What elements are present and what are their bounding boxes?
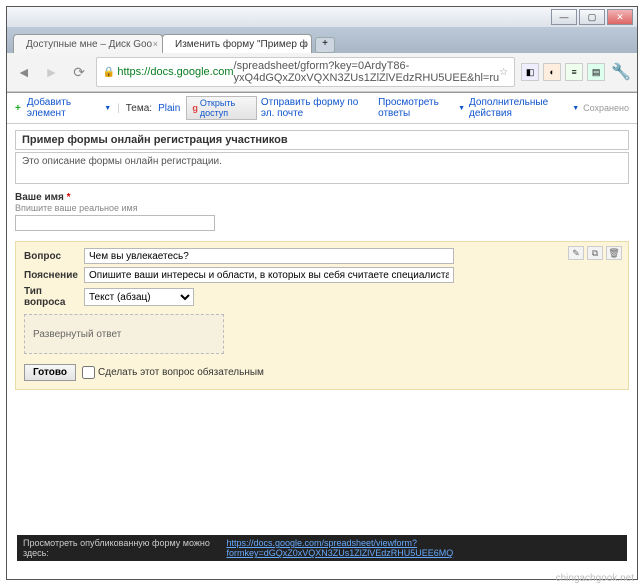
extension-icon-1[interactable]: ◧ — [521, 63, 539, 81]
extension-icons: ◧ ◐ ≡ ▤ — [521, 63, 605, 81]
row-label-question: Вопрос — [24, 251, 84, 262]
lock-icon: 🔒 — [103, 67, 115, 78]
footer-bar: Просмотреть опубликованную форму можно з… — [17, 535, 627, 561]
share-button[interactable]: gОткрыть доступ — [186, 96, 257, 120]
done-button[interactable]: Готово — [24, 364, 76, 381]
theme-link[interactable]: Plain — [158, 103, 180, 114]
url-path: /spreadsheet/gform?key=0ArdyT86-yxQ4dGQx… — [234, 60, 500, 84]
short-text-input[interactable] — [15, 215, 215, 231]
question-editor-card: ✎ ⧉ 🗑 Вопрос Пояснение Тип вопроса Текст… — [15, 241, 629, 390]
url-input[interactable]: 🔒 https ://docs.google.com /spreadsheet/… — [96, 57, 515, 87]
question-title-input[interactable] — [84, 248, 454, 264]
duplicate-icon[interactable]: ⧉ — [587, 246, 603, 260]
window-controls: — ▢ ✕ — [7, 7, 637, 27]
more-actions-link[interactable]: Дополнительные действия — [469, 97, 568, 119]
wrench-menu-icon[interactable]: 🔧 — [611, 62, 631, 82]
extension-icon-4[interactable]: ▤ — [587, 63, 605, 81]
url-scheme: https — [117, 66, 141, 78]
close-tab-icon[interactable]: × — [302, 39, 307, 49]
required-asterisk: * — [67, 192, 71, 203]
field-hint: Впишите ваше реальное имя — [15, 203, 629, 213]
browser-tab-drive[interactable]: Доступные мне – Диск Goo × — [13, 34, 163, 53]
add-icon: + — [15, 103, 21, 114]
minimize-button[interactable]: — — [551, 9, 577, 25]
row-label-help: Пояснение — [24, 270, 84, 281]
saved-status: Сохранено — [583, 103, 629, 113]
answer-preview: Развернутый ответ — [24, 314, 224, 354]
bookmark-star-icon[interactable]: ☆ — [499, 67, 508, 78]
browser-tab-form[interactable]: Изменить форму "Пример ф × — [162, 34, 312, 53]
form-editor: Пример формы онлайн регистрация участник… — [7, 124, 637, 396]
edit-icon[interactable]: ✎ — [568, 246, 584, 260]
reload-button[interactable]: ⟳ — [68, 61, 90, 83]
extension-icon-2[interactable]: ◐ — [543, 63, 561, 81]
send-email-link[interactable]: Отправить форму по эл. почте — [261, 97, 374, 119]
close-tab-icon[interactable]: × — [153, 39, 158, 49]
form-description-input[interactable]: Это описание формы онлайн регистрации. — [15, 152, 629, 184]
url-host: ://docs.google.com — [141, 66, 233, 78]
row-label-type: Тип вопроса — [24, 286, 84, 308]
view-responses-link[interactable]: Просмотреть ответы — [378, 97, 454, 119]
question-name-block: Ваше имя * Впишите ваше реальное имя — [15, 192, 629, 231]
watermark: chingachgook.net — [556, 573, 634, 584]
close-window-button[interactable]: ✕ — [607, 9, 633, 25]
browser-chrome: — ▢ ✕ Доступные мне – Диск Goo × Изменит… — [7, 7, 637, 93]
question-action-icons: ✎ ⧉ 🗑 — [568, 246, 622, 260]
chevron-down-icon: ▼ — [572, 105, 579, 112]
form-title-input[interactable]: Пример формы онлайн регистрация участник… — [15, 130, 629, 150]
maximize-button[interactable]: ▢ — [579, 9, 605, 25]
field-label: Ваше имя * — [15, 192, 629, 203]
delete-icon[interactable]: 🗑 — [606, 246, 622, 260]
required-checkbox-label[interactable]: Сделать этот вопрос обязательным — [82, 366, 264, 379]
new-tab-button[interactable]: + — [315, 37, 335, 53]
theme-label: Тема: — [126, 103, 152, 114]
tab-label: Доступные мне – Диск Goo — [26, 39, 152, 50]
app-toolbar: + Добавить элемент ▼ | Тема: Plain gОткр… — [7, 93, 637, 124]
chevron-down-icon: ▼ — [458, 105, 465, 112]
add-element-link[interactable]: Добавить элемент — [27, 97, 98, 119]
extension-icon-3[interactable]: ≡ — [565, 63, 583, 81]
tab-strip: Доступные мне – Диск Goo × Изменить форм… — [7, 27, 637, 53]
tab-label: Изменить форму "Пример ф — [175, 39, 308, 50]
chevron-down-icon: ▼ — [104, 105, 111, 112]
question-type-select[interactable]: Текст (абзац) — [84, 288, 194, 306]
footer-text: Просмотреть опубликованную форму можно з… — [23, 538, 226, 558]
required-checkbox[interactable] — [82, 366, 95, 379]
question-help-input[interactable] — [84, 267, 454, 283]
published-form-link[interactable]: https://docs.google.com/spreadsheet/view… — [226, 538, 621, 558]
address-bar: ◄ ► ⟳ 🔒 https ://docs.google.com /spread… — [7, 53, 637, 92]
forward-button[interactable]: ► — [41, 61, 63, 83]
back-button[interactable]: ◄ — [13, 61, 35, 83]
